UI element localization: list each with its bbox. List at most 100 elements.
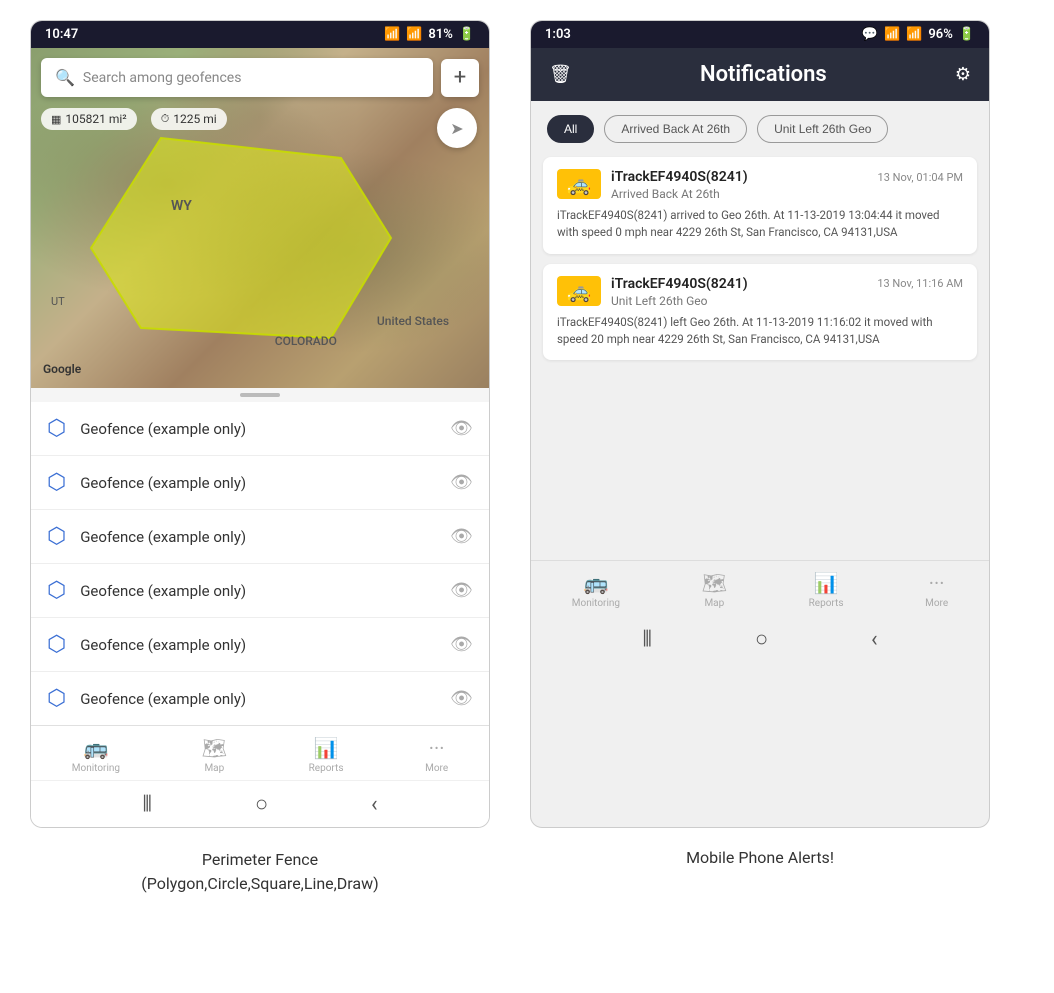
map-nav-icon: 🗺 — [202, 736, 227, 760]
search-box[interactable]: 🔍 Search among geofences — [41, 58, 433, 97]
compass-button[interactable]: ➤ — [437, 108, 477, 148]
nav-map[interactable]: 🗺 Map — [202, 736, 227, 774]
right-android-home-btn[interactable]: ○ — [755, 626, 768, 652]
geo-eye-icon[interactable]: 👁 — [450, 472, 473, 493]
geo-eye-icon[interactable]: 👁 — [450, 580, 473, 601]
left-time: 10:47 — [45, 27, 78, 42]
geo-eye-icon[interactable]: 👁 — [450, 634, 473, 655]
map-label-us: United States — [377, 314, 449, 328]
map-info-bar: ▦ 105821 mi² ⏱ 1225 mi — [41, 108, 227, 130]
geo-shape-icon: ⬡ — [47, 686, 66, 711]
right-android-back-btn[interactable]: ‹ — [871, 627, 878, 652]
filter-arrived[interactable]: Arrived Back At 26th — [604, 115, 747, 143]
monitoring-icon: 🚌 — [83, 736, 108, 760]
distance-chip: ⏱ 1225 mi — [151, 108, 227, 130]
timestamp-2: 13 Nov, 11:16 AM — [877, 277, 963, 290]
right-map-icon: 🗺 — [702, 571, 727, 595]
search-placeholder: Search among geofences — [83, 70, 242, 86]
right-time: 1:03 — [545, 27, 571, 42]
list-item[interactable]: ⬡ Geofence (example only) 👁 — [31, 456, 489, 510]
add-button[interactable]: + — [441, 59, 479, 97]
right-battery-icon: 🔋 — [959, 27, 975, 42]
right-nav-map[interactable]: 🗺 Map — [702, 571, 727, 609]
event-tag-1: Arrived Back At 26th — [611, 187, 963, 201]
geo-label: Geofence (example only) — [80, 420, 436, 438]
list-item[interactable]: ⬡ Geofence (example only) 👁 — [31, 618, 489, 672]
battery-icon: 🔋 — [459, 27, 475, 42]
left-caption-text: Perimeter Fence(Polygon,Circle,Square,Li… — [141, 850, 378, 893]
right-android-menu-btn[interactable]: ⦀ — [642, 627, 652, 652]
nav-monitoring[interactable]: 🚌 Monitoring — [72, 736, 120, 774]
geofence-polygon-svg — [81, 128, 401, 358]
car-icon-2: 🚕 — [557, 276, 601, 306]
distance-icon: ⏱ — [161, 112, 170, 126]
notif-body-2: iTrackEF4940S(8241) left Geo 26th. At 11… — [557, 314, 963, 349]
wifi-icon: 📶 — [384, 27, 400, 42]
android-home-btn[interactable]: ○ — [255, 791, 268, 817]
notification-list: 🚕 iTrackEF4940S(8241) 13 Nov, 01:04 PM A… — [531, 157, 989, 360]
notif-info-1: iTrackEF4940S(8241) 13 Nov, 01:04 PM Arr… — [611, 169, 963, 201]
bottom-nav: 🚌 Monitoring 🗺 Map 📊 Reports ··· More — [31, 725, 489, 780]
geo-eye-icon[interactable]: 👁 — [450, 688, 473, 709]
right-more-icon: ··· — [929, 571, 945, 595]
right-nav-more[interactable]: ··· More — [925, 571, 948, 609]
android-menu-btn[interactable]: ⦀ — [142, 792, 152, 817]
scroll-pill — [240, 393, 280, 397]
more-icon: ··· — [429, 736, 445, 760]
scroll-indicator — [31, 388, 489, 402]
right-monitoring-label: Monitoring — [572, 598, 620, 609]
geo-label: Geofence (example only) — [80, 528, 436, 546]
geo-label: Geofence (example only) — [80, 582, 436, 600]
timestamp-1: 13 Nov, 01:04 PM — [878, 171, 963, 184]
geofence-list: ⬡ Geofence (example only) 👁 ⬡ Geofence (… — [31, 402, 489, 725]
notif-card-header-2: 🚕 iTrackEF4940S(8241) 13 Nov, 11:16 AM U… — [557, 276, 963, 308]
battery-left: 81% — [428, 27, 452, 42]
right-nav-monitoring[interactable]: 🚌 Monitoring — [572, 571, 620, 609]
captions-row: Perimeter Fence(Polygon,Circle,Square,Li… — [0, 828, 1054, 896]
geo-label: Geofence (example only) — [80, 690, 436, 708]
right-bottom-nav: 🚌 Monitoring 🗺 Map 📊 Reports ··· More — [531, 560, 989, 615]
map-label-wy: WY — [171, 198, 192, 214]
android-nav: ⦀ ○ ‹ — [31, 780, 489, 827]
map-nav-label: Map — [204, 763, 224, 774]
left-caption: Perimeter Fence(Polygon,Circle,Square,Li… — [30, 848, 490, 896]
right-nav-reports[interactable]: 📊 Reports — [809, 571, 844, 609]
left-phone: 10:47 📶 📶 81% 🔋 🔍 Search among geofences — [30, 20, 490, 828]
car-icon-1: 🚕 — [557, 169, 601, 199]
geo-label: Geofence (example only) — [80, 474, 436, 492]
geo-shape-icon: ⬡ — [47, 416, 66, 441]
list-item[interactable]: ⬡ Geofence (example only) 👁 — [31, 402, 489, 456]
notif-card-1[interactable]: 🚕 iTrackEF4940S(8241) 13 Nov, 01:04 PM A… — [543, 157, 977, 254]
right-reports-label: Reports — [809, 598, 844, 609]
settings-icon[interactable]: ⚙ — [955, 64, 971, 85]
geo-label: Geofence (example only) — [80, 636, 436, 654]
device-name-1: iTrackEF4940S(8241) — [611, 169, 748, 185]
right-status-bar: 1:03 💬 📶 📶 96% 🔋 — [531, 21, 989, 48]
right-map-label: Map — [704, 598, 724, 609]
map-label-colorado: COLORADO — [275, 334, 337, 348]
geo-shape-icon: ⬡ — [47, 470, 66, 495]
monitoring-label: Monitoring — [72, 763, 120, 774]
list-item[interactable]: ⬡ Geofence (example only) 👁 — [31, 672, 489, 725]
left-status-icons: 📶 📶 81% 🔋 — [384, 27, 475, 42]
delete-icon[interactable]: 🗑 — [549, 64, 572, 85]
event-tag-2: Unit Left 26th Geo — [611, 294, 963, 308]
compass-icon: ➤ — [450, 119, 463, 138]
notif-card-2[interactable]: 🚕 iTrackEF4940S(8241) 13 Nov, 11:16 AM U… — [543, 264, 977, 361]
filter-left[interactable]: Unit Left 26th Geo — [757, 115, 888, 143]
nav-more[interactable]: ··· More — [425, 736, 448, 774]
notif-card-header-1: 🚕 iTrackEF4940S(8241) 13 Nov, 01:04 PM A… — [557, 169, 963, 201]
notif-device-row-2: iTrackEF4940S(8241) 13 Nov, 11:16 AM — [611, 276, 963, 292]
nav-reports[interactable]: 📊 Reports — [309, 736, 344, 774]
geo-eye-icon[interactable]: 👁 — [450, 526, 473, 547]
map-area[interactable]: 🔍 Search among geofences + ▦ 105821 mi² … — [31, 48, 489, 388]
list-item[interactable]: ⬡ Geofence (example only) 👁 — [31, 564, 489, 618]
area-icon: ▦ — [51, 113, 61, 126]
filter-all[interactable]: All — [547, 115, 594, 143]
android-back-btn[interactable]: ‹ — [371, 792, 378, 817]
geo-eye-icon[interactable]: 👁 — [450, 418, 473, 439]
list-item[interactable]: ⬡ Geofence (example only) 👁 — [31, 510, 489, 564]
reports-icon: 📊 — [314, 736, 339, 760]
right-wifi-icon: 📶 — [884, 27, 900, 42]
filter-tabs: All Arrived Back At 26th Unit Left 26th … — [531, 101, 989, 157]
